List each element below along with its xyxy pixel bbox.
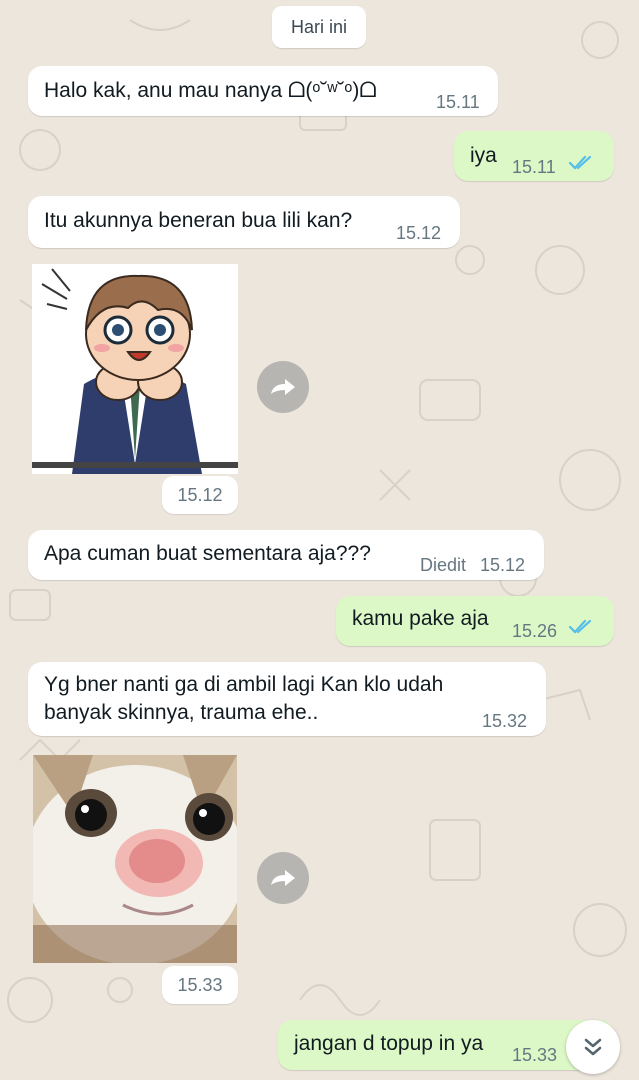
message-incoming[interactable]: Yg bner nanti ga di ambil lagi Kan klo u… bbox=[28, 662, 546, 736]
message-text-line-1: Yg bner nanti ga di ambil lagi Kan klo u… bbox=[44, 673, 444, 696]
message-time: 15.12 bbox=[480, 555, 526, 575]
sticker-time: 15.12 bbox=[162, 476, 238, 514]
message-incoming[interactable]: Itu akunnya beneran bua lili kan? 15.12 bbox=[28, 196, 460, 248]
scroll-to-bottom-button[interactable] bbox=[566, 1020, 620, 1074]
message-time: 15.32 bbox=[482, 711, 528, 731]
double-check-icon bbox=[568, 619, 592, 634]
date-chip: Hari ini bbox=[272, 6, 366, 48]
anime-boy-illustration bbox=[32, 268, 238, 474]
message-outgoing[interactable]: kamu pake aja 15.26 bbox=[336, 596, 614, 646]
message-text: Apa cuman buat sementara aja??? bbox=[44, 542, 371, 565]
message-time: 15.33 bbox=[512, 1045, 558, 1065]
edited-label: Diedit bbox=[420, 555, 467, 575]
forward-arrow-icon bbox=[271, 870, 295, 886]
message-incoming[interactable]: Halo kak, anu mau nanya ᗝ(ᵒ˘ʷ˘ᵒ)ᗝ 15.11 bbox=[28, 66, 498, 116]
message-time: 15.12 bbox=[396, 223, 442, 243]
double-check-icon bbox=[568, 155, 592, 170]
message-time: 15.11 bbox=[436, 92, 480, 112]
anime-boy-sticker[interactable] bbox=[32, 264, 238, 474]
message-text-line-2: banyak skinnya, trauma ehe.. bbox=[44, 701, 319, 724]
message-time: 15.26 bbox=[512, 621, 558, 641]
message-outgoing[interactable]: jangan d topup in ya 15.33 bbox=[278, 1020, 614, 1070]
message-incoming[interactable]: Apa cuman buat sementara aja??? Diedit 1… bbox=[28, 530, 544, 580]
forward-arrow-icon bbox=[271, 379, 295, 395]
forward-icon[interactable] bbox=[257, 852, 309, 904]
double-chevron-down-icon bbox=[584, 1038, 602, 1056]
message-text: kamu pake aja bbox=[352, 607, 489, 630]
message-outgoing[interactable]: iya 15.11 bbox=[454, 131, 614, 181]
cat-face-illustration bbox=[33, 755, 237, 963]
sticker-time: 15.33 bbox=[162, 966, 238, 1004]
forward-icon[interactable] bbox=[257, 361, 309, 413]
cat-face-sticker[interactable] bbox=[33, 755, 237, 963]
message-time: 15.11 bbox=[512, 157, 556, 177]
message-text: Itu akunnya beneran bua lili kan? bbox=[44, 209, 353, 232]
message-text: iya bbox=[470, 144, 497, 167]
message-text: jangan d topup in ya bbox=[294, 1032, 484, 1055]
message-text: Halo kak, anu mau nanya ᗝ(ᵒ˘ʷ˘ᵒ)ᗝ bbox=[44, 79, 377, 102]
